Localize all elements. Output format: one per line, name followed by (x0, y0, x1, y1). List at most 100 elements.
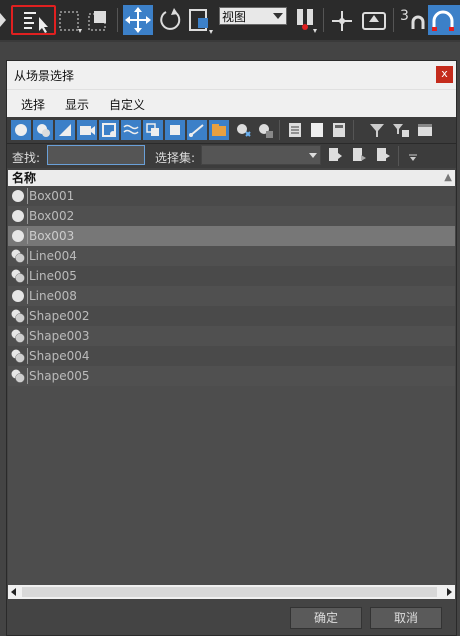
list-item[interactable]: Box003 (8, 226, 455, 246)
list-item[interactable]: Box002 (8, 206, 455, 226)
display-bones-button[interactable] (187, 120, 207, 140)
object-name: Shape002 (29, 309, 90, 323)
row-divider (27, 188, 28, 204)
row-divider (27, 368, 28, 384)
horizontal-scrollbar[interactable] (8, 585, 455, 599)
space-warp-icon (123, 124, 139, 135)
display-containers-button[interactable] (209, 120, 229, 140)
row-divider (27, 248, 28, 264)
reference-coordinate-value: 视图 (222, 10, 247, 24)
hidden-icon (259, 124, 273, 138)
display-frozen-button[interactable] (233, 120, 253, 140)
list-icon (289, 123, 301, 137)
display-xrefs-button[interactable] (165, 120, 185, 140)
select-manipulate-button[interactable] (329, 5, 355, 35)
list-item[interactable]: Shape004 (8, 346, 455, 366)
edit-selection-set-button[interactable] (349, 145, 369, 165)
dialog-menubar: 选择 显示 自定义 (7, 89, 456, 118)
keyboard-shortcut-override-button[interactable] (360, 5, 388, 35)
list-item[interactable]: Line008 (8, 286, 455, 306)
dialog-title-bar[interactable]: 从场景选择 x (7, 61, 456, 89)
menu-customize[interactable]: 自定义 (109, 96, 145, 113)
group-icon (146, 123, 159, 136)
display-groups-button[interactable] (143, 120, 163, 140)
create-selection-set-button[interactable] (325, 145, 345, 165)
list-item[interactable]: Box001 (8, 186, 455, 206)
display-shapes-button[interactable] (33, 120, 53, 140)
object-name: Line008 (29, 289, 77, 303)
delete-set-icon (377, 148, 390, 161)
list-item[interactable]: Shape005 (8, 366, 455, 386)
display-geometry-button[interactable] (11, 120, 31, 140)
find-input[interactable] (47, 145, 145, 165)
row-divider (27, 268, 28, 284)
container-icon (212, 124, 226, 136)
shortcut-override-icon (362, 12, 386, 30)
reference-coordinate-dropdown[interactable]: 视图 (219, 7, 287, 25)
toolbar-separator (323, 8, 324, 32)
find-bar: 查找: 选择集: (7, 144, 456, 168)
list-item[interactable]: Line005 (8, 266, 455, 286)
display-cameras-button[interactable] (77, 120, 97, 140)
object-name: Box003 (29, 229, 75, 243)
move-button[interactable] (123, 5, 153, 35)
bone-icon (189, 124, 204, 137)
scale-button[interactable] (187, 5, 215, 35)
filter-button[interactable] (367, 120, 387, 140)
sphere-icon (15, 124, 27, 136)
show-list-button[interactable] (285, 120, 305, 140)
toolbar-handle-icon (0, 5, 8, 35)
select-from-scene-dialog: 从场景选择 x 选择 显示 自定义 查找: 选择集: 名称 ▲ Box001 B… (6, 60, 457, 636)
window-crossing-icon (88, 11, 106, 31)
rotate-button[interactable] (156, 5, 184, 35)
shape-icon (11, 369, 25, 389)
magnet-icon (411, 15, 425, 29)
rectangle-selection-button[interactable] (58, 5, 84, 35)
select-by-name-button[interactable] (11, 5, 56, 35)
snap-toggle-button[interactable] (410, 5, 426, 35)
scene-object-list: 名称 ▲ Box001 Box002 Box003 Line004 Line005 Lin… (8, 170, 455, 585)
manipulate-icon (332, 11, 352, 31)
shape-icon (37, 124, 50, 137)
window-crossing-button[interactable] (86, 5, 112, 35)
row-divider (27, 308, 28, 324)
column-header-label: 名称 (12, 171, 37, 185)
display-none-button[interactable] (329, 120, 349, 140)
pivot-center-icon (297, 9, 317, 33)
close-button[interactable]: x (436, 66, 453, 83)
column-chooser-button[interactable] (415, 120, 435, 140)
funnel-icon (370, 124, 384, 137)
pivot-center-button[interactable] (293, 5, 319, 35)
scroll-left-icon[interactable] (11, 588, 16, 596)
iconbar-separator (279, 120, 280, 140)
menu-display[interactable]: 显示 (65, 96, 89, 113)
iconbar-separator (353, 120, 354, 140)
funnel-list-icon (393, 124, 409, 137)
display-space-warps-button[interactable] (121, 120, 141, 140)
toolbar-separator (393, 8, 394, 32)
scrollbar-thumb[interactable] (22, 587, 437, 597)
cancel-button[interactable]: 取消 (370, 607, 442, 629)
chevron-down-icon (309, 153, 317, 158)
angle-snap-icon (432, 10, 454, 31)
display-all-button[interactable] (307, 120, 327, 140)
ok-button[interactable]: 确定 (290, 607, 362, 629)
column-header-name[interactable]: 名称 ▲ (8, 170, 455, 186)
list-item[interactable]: Line004 (8, 246, 455, 266)
delete-selection-set-button[interactable] (373, 145, 393, 165)
find-label: 查找: (12, 151, 41, 165)
toolbar-separator (117, 8, 118, 32)
list-item[interactable]: Shape002 (8, 306, 455, 326)
scroll-right-icon[interactable] (447, 588, 452, 596)
dialog-footer: 确定 取消 (7, 601, 456, 635)
display-lights-button[interactable] (55, 120, 75, 140)
selection-set-select[interactable] (201, 145, 321, 165)
dialog-title: 从场景选择 (14, 69, 75, 83)
display-helpers-button[interactable] (99, 120, 119, 140)
display-hidden-button[interactable] (255, 120, 275, 140)
options-menu-button[interactable] (403, 145, 423, 165)
filter-options-button[interactable] (391, 120, 411, 140)
menu-select[interactable]: 选择 (21, 96, 45, 113)
angle-snap-button[interactable] (428, 5, 460, 35)
list-item[interactable]: Shape003 (8, 326, 455, 346)
